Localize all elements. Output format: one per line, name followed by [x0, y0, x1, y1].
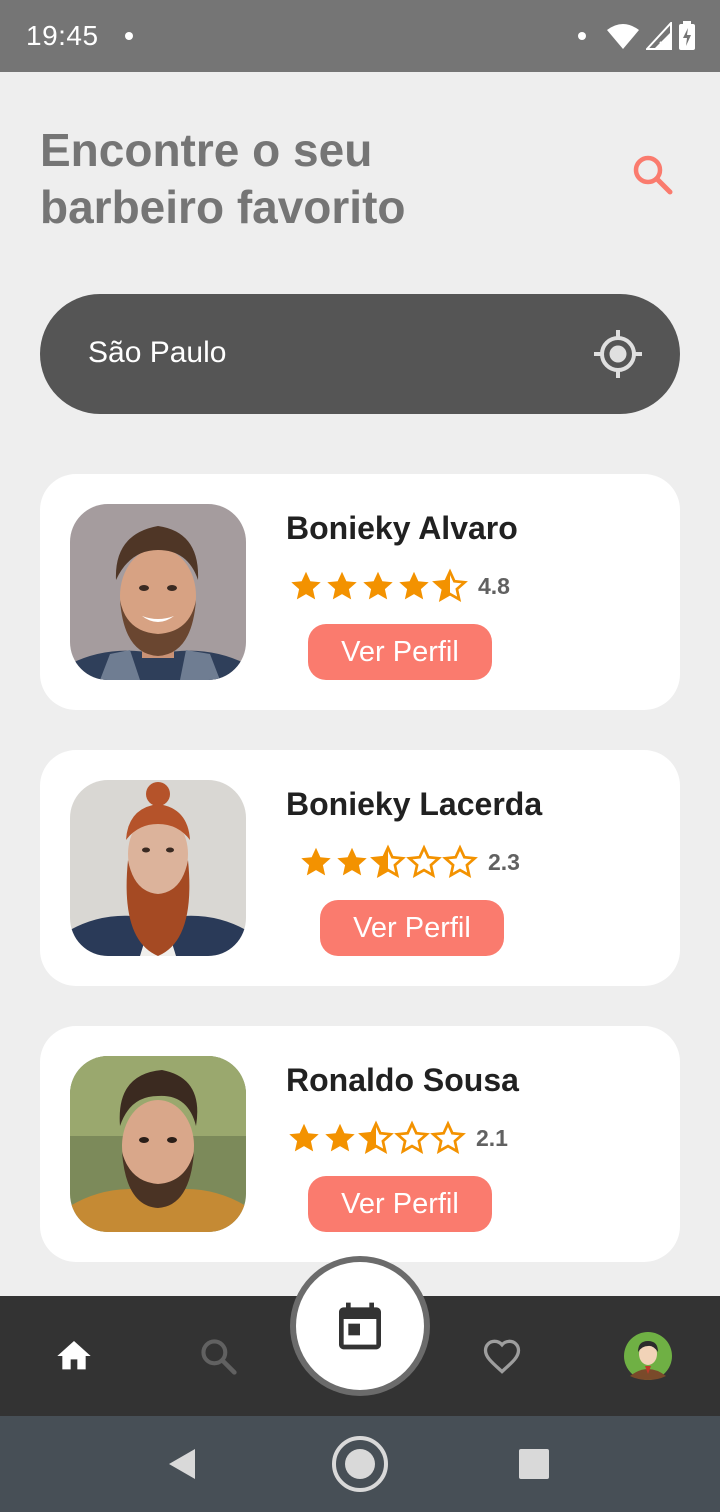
search-icon: [633, 155, 673, 195]
star-empty-icon: [442, 844, 478, 879]
home-icon: [57, 1341, 91, 1370]
star-full-icon: [337, 847, 367, 876]
nav-favorites[interactable]: [472, 1326, 532, 1386]
star-full-icon: [399, 571, 429, 600]
star-full-icon: [363, 571, 393, 600]
search-button[interactable]: [624, 146, 680, 202]
star-half-icon: [370, 844, 406, 879]
nav-search[interactable]: [188, 1326, 248, 1386]
star-full-icon: [327, 571, 357, 600]
barber-name: Bonieky Alvaro: [286, 510, 518, 546]
back-icon: [169, 1449, 195, 1479]
calendar-icon: [339, 1302, 381, 1350]
system-back-button[interactable]: [160, 1444, 204, 1484]
star-full-icon: [301, 847, 331, 876]
search-icon: [201, 1339, 237, 1375]
system-home-button[interactable]: [330, 1434, 390, 1494]
location-input[interactable]: São Paulo: [88, 336, 226, 370]
nav-home[interactable]: [44, 1326, 104, 1386]
star-half-icon: [358, 1120, 394, 1155]
star-empty-icon: [430, 1120, 466, 1155]
wifi-icon: [607, 24, 639, 49]
signal-icon: [646, 22, 672, 50]
star-empty-icon: [406, 844, 442, 879]
recents-icon: [519, 1449, 549, 1479]
star-full-icon: [289, 1123, 319, 1152]
home-circle-icon: [332, 1436, 388, 1492]
barber-card[interactable]: Ronaldo Sousa 2.1 Ver Perfil: [40, 1026, 680, 1262]
rating-value: 4.8: [478, 572, 510, 599]
star-rating: 2.3: [298, 844, 520, 880]
user-avatar: [624, 1332, 672, 1380]
barber-name: Ronaldo Sousa: [286, 1062, 519, 1098]
battery-charging-icon: [679, 21, 695, 50]
rating-value: 2.1: [476, 1124, 508, 1151]
location-search-bar[interactable]: São Paulo: [40, 294, 680, 414]
status-bar: 19:45: [0, 0, 720, 72]
rating-value: 2.3: [488, 848, 520, 875]
star-full-icon: [291, 571, 321, 600]
barber-photo: [70, 504, 246, 680]
barber-card[interactable]: Bonieky Lacerda 2.3 Ver Perfil: [40, 750, 680, 986]
star-full-icon: [325, 1123, 355, 1152]
barber-name: Bonieky Lacerda: [286, 786, 543, 822]
view-profile-button[interactable]: Ver Perfil: [308, 624, 492, 680]
notification-dot-icon: [125, 32, 133, 40]
star-rating: 4.8: [288, 568, 510, 604]
barber-photo: [70, 780, 246, 956]
status-icons: [578, 20, 696, 52]
heart-icon: [483, 1339, 521, 1374]
status-dot-icon: [578, 32, 586, 40]
page-title: Encontre o seu barbeiro favorito: [40, 124, 406, 233]
system-navigation-bar: [0, 1416, 720, 1512]
status-time: 19:45: [26, 20, 99, 51]
star-empty-icon: [394, 1120, 430, 1155]
gps-location-icon: [594, 330, 642, 378]
nav-profile[interactable]: [618, 1326, 678, 1386]
view-profile-button[interactable]: Ver Perfil: [308, 1176, 492, 1232]
barber-card[interactable]: Bonieky Alvaro 4.8 Ver Perfil: [40, 474, 680, 710]
system-recents-button[interactable]: [516, 1446, 552, 1482]
star-half-icon: [432, 568, 468, 603]
view-profile-button[interactable]: Ver Perfil: [320, 900, 504, 956]
barber-photo: [70, 1056, 246, 1232]
calendar-fab-button[interactable]: [296, 1262, 424, 1390]
gps-button[interactable]: [592, 328, 644, 380]
star-rating: 2.1: [286, 1120, 508, 1156]
